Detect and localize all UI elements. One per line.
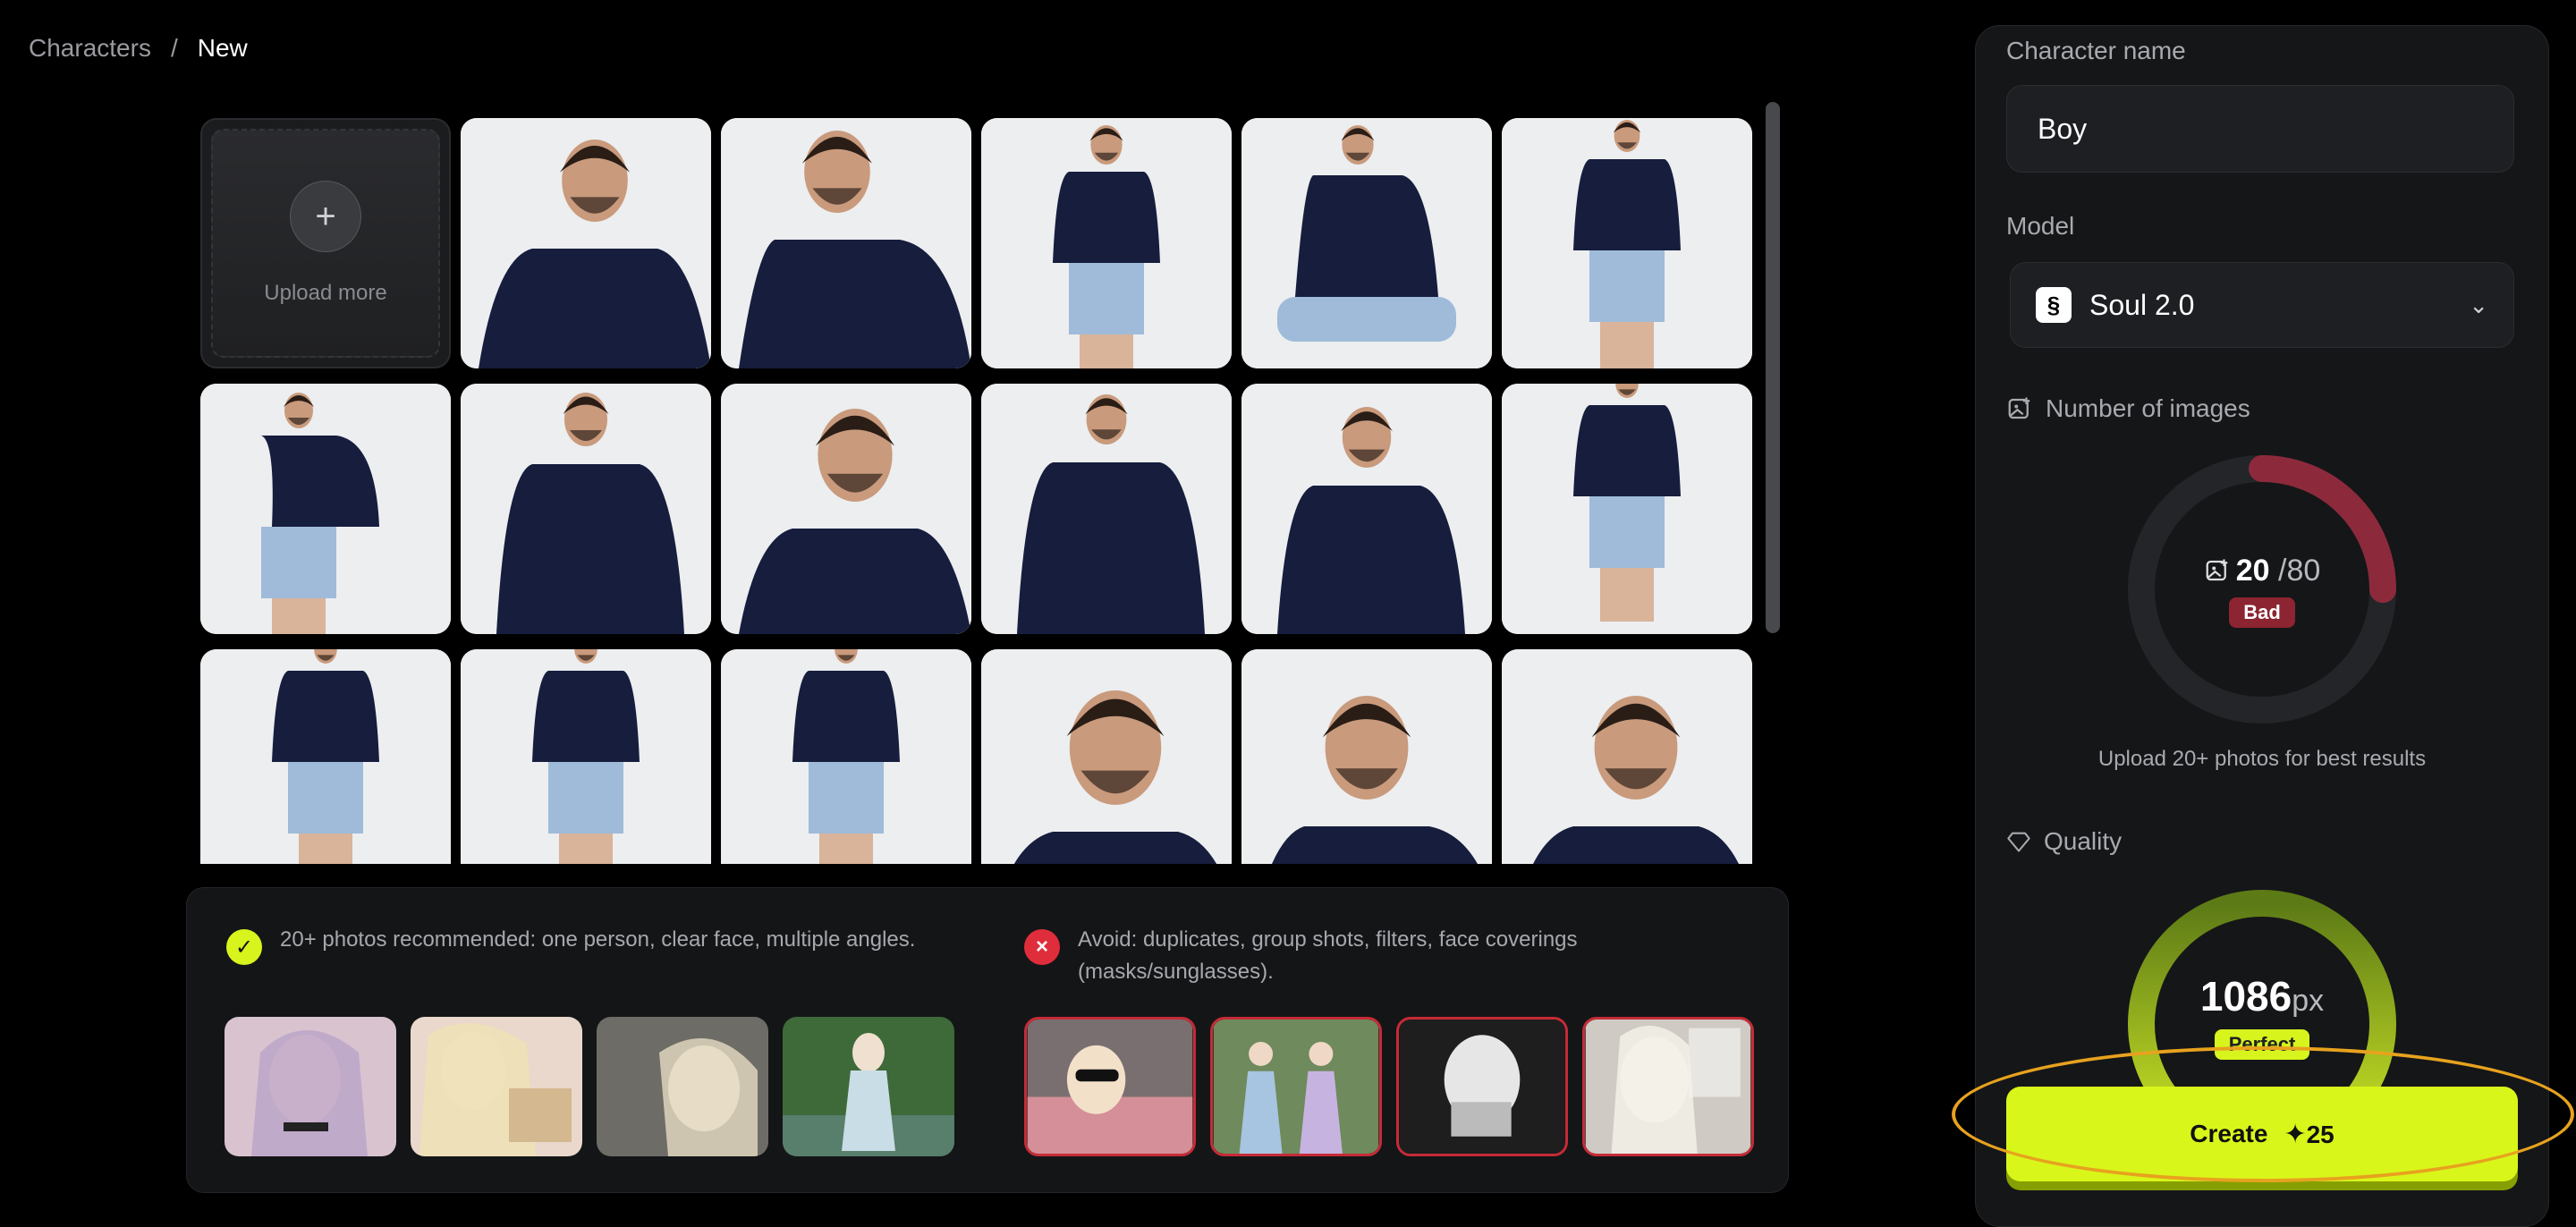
good-example-image	[783, 1017, 954, 1156]
x-icon: ×	[1024, 929, 1060, 965]
quality-display: 1086px Perfect	[2153, 972, 2371, 1060]
uploaded-photo[interactable]	[1502, 384, 1752, 634]
create-label: Create	[2190, 1120, 2268, 1147]
plus-icon: +	[290, 181, 361, 252]
good-example-image	[411, 1017, 582, 1156]
bad-example-image	[1582, 1017, 1754, 1156]
breadcrumb: Characters / New	[29, 34, 248, 63]
uploaded-photo[interactable]	[721, 118, 971, 368]
uploaded-photo[interactable]	[721, 384, 971, 634]
model-value: Soul 2.0	[2089, 288, 2195, 321]
photo-guidance-panel: ✓ 20+ photos recommended: one person, cl…	[186, 887, 1789, 1193]
image-count-hint: Upload 20+ photos for best results	[2097, 747, 2427, 771]
character-name-input[interactable]: Boy	[2006, 85, 2514, 173]
uploaded-photo[interactable]	[461, 649, 711, 864]
character-name-label: Character name	[2006, 37, 2186, 64]
uploaded-photo[interactable]	[1502, 118, 1752, 368]
quality-value: 1086	[2199, 973, 2292, 1020]
image-count-status-badge: Bad	[2229, 597, 2295, 628]
uploaded-photo[interactable]	[981, 118, 1232, 368]
good-example-image	[225, 1017, 396, 1156]
uploaded-photo[interactable]	[981, 649, 1232, 864]
image-count-display: 20 /80 Bad	[2153, 554, 2371, 628]
image-count-max: /80	[2278, 554, 2321, 588]
uploaded-photo[interactable]	[1241, 118, 1492, 368]
upload-more-button[interactable]: + Upload more	[200, 118, 451, 368]
uploaded-photo[interactable]	[200, 384, 451, 634]
breadcrumb-separator: /	[170, 34, 178, 62]
recommended-text: 20+ photos recommended: one person, clea…	[280, 927, 916, 952]
model-label: Model	[2006, 212, 2075, 240]
create-button[interactable]: Create ✦25	[2006, 1087, 2518, 1181]
create-cost: 25	[2306, 1120, 2334, 1148]
sparkle-icon: ✦	[2284, 1119, 2307, 1149]
quality-status-badge: Perfect	[2214, 1029, 2310, 1060]
avoid-text: Avoid: duplicates, group shots, filters,…	[1078, 927, 1578, 984]
upload-more-label: Upload more	[264, 281, 387, 305]
quality-unit: px	[2292, 984, 2325, 1018]
bad-example-image	[1024, 1017, 1196, 1156]
soul-logo-icon: §	[2036, 287, 2072, 323]
image-count-small-icon	[2206, 559, 2227, 581]
character-settings-panel: Character name Boy Model § Soul 2.0 ⌄ Nu…	[1975, 25, 2549, 1227]
uploaded-photo[interactable]	[200, 649, 451, 864]
bad-example-image	[1396, 1017, 1568, 1156]
uploaded-photo[interactable]	[721, 649, 971, 864]
uploaded-photo[interactable]	[1241, 384, 1492, 634]
uploaded-photo[interactable]	[1241, 649, 1492, 864]
uploaded-photo[interactable]	[1502, 649, 1752, 864]
breadcrumb-characters-link[interactable]: Characters	[29, 34, 151, 63]
model-select[interactable]: § Soul 2.0 ⌄	[2010, 262, 2514, 348]
image-count-icon	[2008, 397, 2030, 419]
number-of-images-text: Number of images	[2046, 394, 2250, 422]
number-of-images-label: Number of images	[2006, 394, 2250, 423]
image-count-value: 20	[2235, 554, 2270, 588]
good-example-image	[597, 1017, 768, 1156]
chevron-down-icon: ⌄	[2469, 291, 2488, 318]
diamond-icon	[2007, 832, 2030, 852]
uploaded-photo[interactable]	[461, 118, 711, 368]
quality-text: Quality	[2044, 827, 2123, 855]
breadcrumb-current: New	[197, 34, 248, 62]
bad-example-image	[1210, 1017, 1382, 1156]
quality-label: Quality	[2006, 827, 2122, 856]
uploaded-photo[interactable]	[461, 384, 711, 634]
uploaded-photo[interactable]	[981, 384, 1232, 634]
check-icon: ✓	[226, 929, 262, 965]
photo-grid: + Upload more	[200, 118, 1757, 864]
grid-scrollbar[interactable]	[1766, 102, 1780, 633]
